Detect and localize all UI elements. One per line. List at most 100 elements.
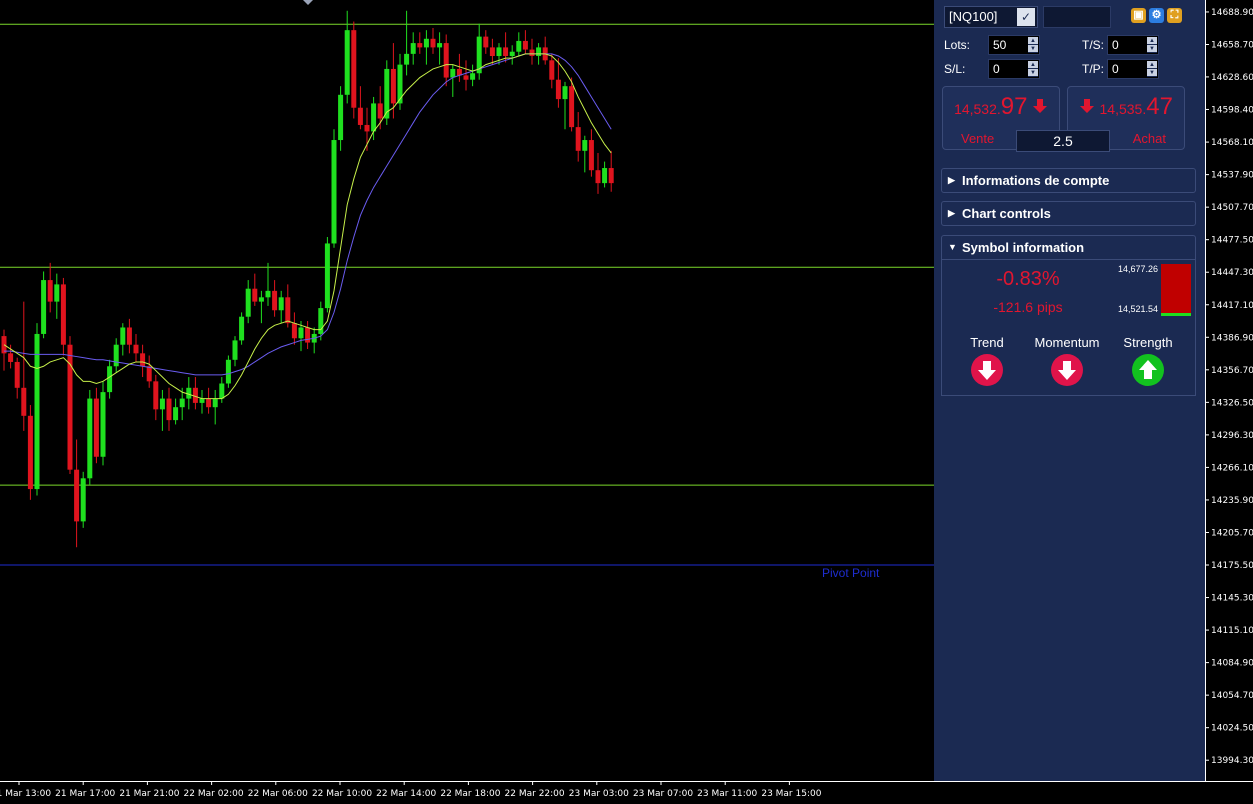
candle-body [390,68,396,104]
range-bar-fill [1161,313,1191,316]
sl-stepper[interactable]: 0 ▲ ▼ [988,59,1040,79]
buy-price-suffix: 47 [1146,93,1173,120]
copy-icon[interactable]: ▣ [1131,8,1146,23]
candle-body [74,469,80,522]
price-tick-label: 14266.10 [1211,463,1253,473]
candle-body [166,398,172,421]
candle-body [305,327,311,343]
price-tick-label: 14386.90 [1211,333,1253,343]
ts-down-icon[interactable]: ▼ [1147,45,1157,53]
section-symbol-info[interactable]: ▼ Symbol information [941,235,1196,260]
candle-body [113,344,119,367]
chevron-right-icon: ▶ [948,208,955,218]
ts-stepper[interactable]: 0 ▲ ▼ [1107,35,1159,55]
candle-body [100,392,106,457]
candle-body [87,398,93,479]
strength-up-icon [1132,354,1164,386]
section-account-title: Informations de compte [962,173,1110,188]
candle-body [298,327,304,339]
candle-body [252,288,258,302]
tp-down-icon[interactable]: ▼ [1147,69,1157,77]
candle-body [338,94,344,141]
candle-body [146,366,152,382]
chart-shift-marker-icon [303,0,313,5]
sl-down-icon[interactable]: ▼ [1028,69,1038,77]
lots-down-icon[interactable]: ▼ [1028,45,1038,53]
lots-up-icon[interactable]: ▲ [1028,37,1038,45]
time-axis-labels: 21 Mar 13:00 21 Mar 17:00 21 Mar 21:00 22 M… [0,781,822,799]
candle-body [470,73,476,80]
time-tick-label: 21 Mar 17:00 [55,789,115,799]
candle-body [14,361,20,388]
chevron-down-icon[interactable]: ✓ [1017,8,1035,26]
candle-body [8,353,14,362]
momentum-label: Momentum [1034,335,1100,350]
candle-body [199,398,205,403]
candle-body [291,323,297,339]
price-tick-label: 14296.30 [1211,431,1253,441]
symbol-select[interactable]: [NQ100] ✓ [944,6,1038,28]
candle-body [41,280,47,334]
candle-body [595,170,601,184]
candle-body [173,407,179,421]
candle-body [569,86,575,128]
candle-body [133,344,139,354]
candle-body [496,47,502,57]
candle-body [509,51,515,57]
candle-body [225,359,231,384]
candle-body [245,288,251,317]
price-tick-label: 14417.10 [1211,301,1253,311]
candle-body [93,398,99,457]
candle-body [443,43,449,78]
tp-value: 0 [1112,62,1119,76]
lots-value: 50 [993,38,1007,52]
price-tick-label: 14054.70 [1211,691,1253,701]
strength-label: Strength [1123,335,1173,350]
candle-body [529,49,535,57]
candle-body [357,107,363,125]
time-tick-label: 22 Mar 06:00 [248,789,308,799]
tp-up-icon[interactable]: ▲ [1147,61,1157,69]
candle-body [258,297,264,302]
price-tick-label: 14537.90 [1211,171,1253,181]
time-tick-label: 21 Mar 21:00 [119,789,179,799]
trend-down-icon [971,354,1003,386]
tp-stepper[interactable]: 0 ▲ ▼ [1107,59,1159,79]
candle-body [60,284,66,345]
momentum-down-icon [1051,354,1083,386]
time-tick-label: 22 Mar 22:00 [505,789,565,799]
section-chart-controls[interactable]: ▶ Chart controls [941,201,1196,226]
sl-up-icon[interactable]: ▲ [1028,61,1038,69]
price-tick-label: 14326.50 [1211,398,1253,408]
expand-icon[interactable]: ⛶ [1167,8,1182,23]
symbol-select-value: [NQ100] [949,9,998,24]
time-tick-label: 23 Mar 11:00 [697,789,757,799]
change-pips: -121.6 pips [993,299,1063,315]
lots-stepper[interactable]: 50 ▲ ▼ [988,35,1040,55]
candle-body [232,340,238,360]
price-tick-label: 14024.50 [1211,724,1253,734]
gear-icon[interactable]: ⚙ [1149,8,1164,23]
candle-body [285,297,291,324]
price-tick-label: 14568.10 [1211,138,1253,148]
candle-body [430,38,436,48]
candle-body [555,79,561,100]
section-account-info[interactable]: ▶ Informations de compte [941,168,1196,193]
time-tick-label: 23 Mar 15:00 [761,789,821,799]
price-tick-label: 14235.90 [1211,496,1253,506]
price-tick-label: 14175.50 [1211,561,1253,571]
candle-body [489,47,495,57]
sell-price-suffix: 97 [1000,93,1028,120]
time-tick-label: 23 Mar 07:00 [633,789,693,799]
time-tick-label: 22 Mar 10:00 [312,789,372,799]
candle-body [344,30,350,95]
candle-body [153,381,159,410]
candle-body [206,398,212,408]
ts-value: 0 [1112,38,1119,52]
section-chart-title: Chart controls [962,206,1051,221]
ts-up-icon[interactable]: ▲ [1147,37,1157,45]
lots-label: Lots: [944,38,971,52]
candle-body [324,243,330,309]
candle-body [404,53,410,65]
symbol-search-box[interactable] [1043,6,1111,28]
